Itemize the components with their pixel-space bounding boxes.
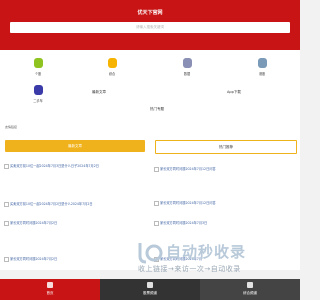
search-input[interactable]: 请输入搜索关键词: [10, 22, 290, 33]
nav-label: 股票频道: [143, 291, 157, 295]
category-stocks[interactable]: 个股: [26, 58, 50, 76]
list-item[interactable]: 家长双方同时问题2024年7月3日: [154, 220, 207, 226]
list-item-text: 家长双方同时问题2024年7月2日: [10, 257, 58, 261]
category-data[interactable]: 数据: [175, 58, 199, 76]
category-label: 港股: [258, 72, 266, 76]
watermark: 自动秒收录 收上链接→来访一次→自动收录: [130, 240, 298, 274]
category-hk[interactable]: 港股: [250, 58, 274, 76]
list-item[interactable]: 买卖双方前10位一起2024年7月2日是什么2024年7月2日: [4, 201, 93, 207]
list-item-text: 家长双方同时问题2024年7月2日: [10, 221, 58, 225]
nav-stocks[interactable]: 股票频道: [100, 279, 200, 300]
header: 优天下官网 请输入搜索关键词: [0, 0, 300, 54]
stock-icon: [33, 58, 43, 68]
image-icon: [154, 200, 159, 206]
list-item-text: 家长双方同时问题2024年7月12日问答: [160, 201, 216, 205]
app-download-link[interactable]: App下载: [227, 90, 241, 95]
chart-icon: [147, 282, 153, 288]
nav-label: 首页: [46, 291, 54, 295]
watermark-brand: 自动秒收录: [166, 243, 247, 261]
site-title: 优天下官网: [137, 10, 163, 16]
nav-general[interactable]: 综合频道: [200, 279, 300, 300]
latest-articles-link[interactable]: 最新文章: [92, 90, 106, 95]
hk-icon: [257, 58, 267, 68]
image-icon: [4, 256, 9, 262]
car-icon: [33, 85, 43, 95]
bottom-nav: 首页 股票频道 综合频道: [0, 279, 300, 300]
image-icon: [4, 201, 9, 207]
content-panel: 个股 综合 数据 港股 二手车 最新文章 App下载 热门专题 友情链接 最新文…: [0, 50, 300, 270]
category-label: 综合: [108, 72, 116, 76]
friend-links-label: 友情链接: [5, 125, 18, 129]
general-icon: [107, 58, 117, 68]
image-icon: [154, 166, 159, 172]
list-item[interactable]: 家长双方同时问题2024年7月12日问答: [154, 200, 216, 206]
watermark-slogan: 收上链接→来访一次→自动收录: [138, 265, 241, 273]
category-label: 数据: [183, 72, 191, 76]
list-item-text: 买卖双方前10位一起2024年7月3日是什么日子2024年7月2日: [10, 164, 99, 168]
category-general[interactable]: 综合: [100, 58, 124, 76]
list-item-text: 家长双方同时问题2024年7月12日问答: [160, 167, 216, 171]
list-item[interactable]: 家长双方同时问题2024年7月2日: [4, 220, 57, 226]
category-used-car[interactable]: 二手车: [26, 85, 50, 103]
category-label: 二手车: [33, 99, 43, 103]
nav-label: 综合频道: [243, 291, 257, 295]
list-item[interactable]: 家长双方同时问题2024年7月12日问答: [154, 166, 216, 172]
nav-home[interactable]: 首页: [0, 279, 100, 300]
grid-icon: [247, 282, 253, 288]
topics-link[interactable]: 热门专题: [150, 107, 164, 112]
tab-hot[interactable]: 热门推荐: [155, 140, 297, 154]
image-icon: [4, 163, 9, 169]
search-placeholder: 请输入搜索关键词: [136, 25, 164, 29]
tab-latest[interactable]: 最新文章: [5, 140, 145, 152]
tab-bar: 最新文章 热门推荐: [3, 140, 297, 154]
image-icon: [4, 220, 9, 226]
list-item-text: 家长双方同时问题2024年7月3日: [160, 221, 208, 225]
category-label: 个股: [34, 72, 42, 76]
data-icon: [182, 58, 192, 68]
list-item[interactable]: 买卖双方前10位一起2024年7月3日是什么日子2024年7月2日: [4, 163, 99, 169]
list-item[interactable]: 家长双方同时问题2024年7月2日: [4, 256, 57, 262]
home-icon: [47, 282, 53, 288]
image-icon: [154, 220, 159, 226]
list-item-text: 买卖双方前10位一起2024年7月2日是什么2024年7月2日: [10, 202, 93, 206]
